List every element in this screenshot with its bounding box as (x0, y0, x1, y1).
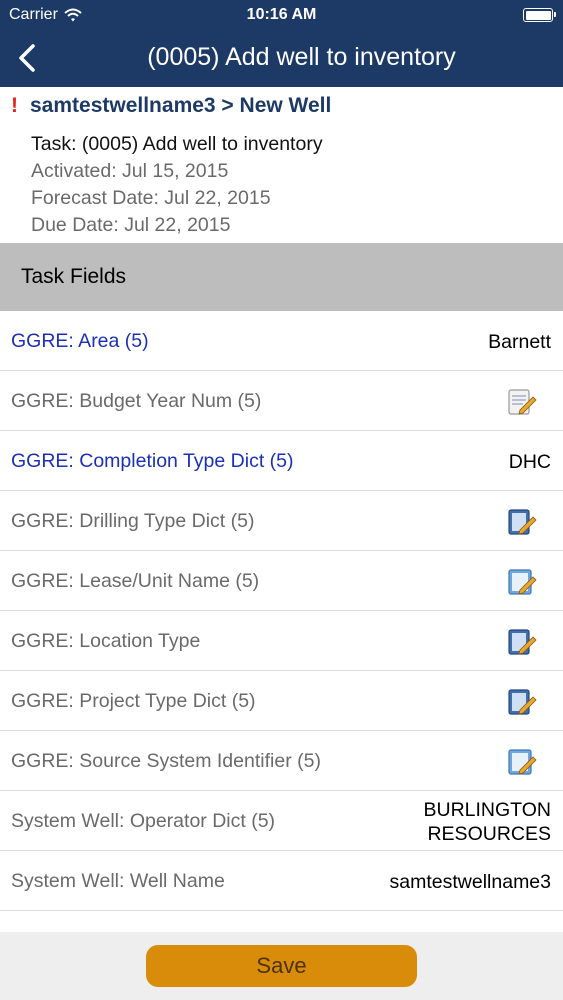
field-row-location-type[interactable]: GGRE: Location Type (0, 611, 563, 671)
field-label: System Well: Well Name (11, 870, 225, 892)
clock: 10:16 AM (246, 6, 317, 23)
field-value: DHC (508, 451, 551, 473)
forecast-date: Forecast Date: Jul 22, 2015 (31, 187, 271, 209)
edit-note-icon[interactable] (506, 386, 537, 417)
navigation-bar: (0005) Add well to inventory (0, 30, 563, 87)
field-row-project-type[interactable]: GGRE: Project Type Dict (5) (0, 671, 563, 731)
field-row-operator[interactable]: System Well: Operator Dict (5) BURLINGTO… (0, 791, 563, 851)
edit-note-icon[interactable] (506, 566, 537, 597)
field-label: System Well: Operator Dict (5) (11, 810, 276, 832)
edit-note-icon[interactable] (506, 506, 537, 537)
field-value-line: RESOURCES (427, 823, 551, 845)
field-row-well-name[interactable]: System Well: Well Name samtestwellname3 (0, 851, 563, 911)
task-fields-list: GGRE: Area (5) Barnett GGRE: Budget Year… (0, 311, 563, 911)
activated-date: Activated: Jul 15, 2015 (31, 160, 229, 182)
edit-note-icon[interactable] (506, 686, 537, 717)
task-name: Task: (0005) Add well to inventory (31, 133, 323, 155)
top-bar: Carrier 10:16 AM (0005) Add well to inve… (0, 0, 563, 87)
due-date: Due Date: Jul 22, 2015 (31, 214, 231, 236)
alert-icon: ! (11, 94, 18, 117)
field-value-line: BURLINGTON (423, 799, 552, 821)
field-label: GGRE: Source System Identifier (5) (11, 750, 321, 772)
field-row-drilling-type[interactable]: GGRE: Drilling Type Dict (5) (0, 491, 563, 551)
field-row-lease-unit[interactable]: GGRE: Lease/Unit Name (5) (0, 551, 563, 611)
field-label: GGRE: Budget Year Num (5) (11, 390, 262, 412)
breadcrumb[interactable]: ! samtestwellname3 > New Well (11, 94, 331, 118)
field-value: Barnett (488, 331, 551, 353)
breadcrumb-text: samtestwellname3 > New Well (30, 94, 332, 117)
chevron-left-icon (19, 44, 35, 72)
back-button[interactable] (12, 42, 42, 74)
save-button[interactable]: Save (146, 945, 417, 987)
battery-icon (523, 8, 556, 22)
field-label: GGRE: Area (5) (11, 330, 149, 352)
field-row-budget-year[interactable]: GGRE: Budget Year Num (5) (0, 371, 563, 431)
edit-note-icon[interactable] (506, 626, 537, 657)
field-row-area[interactable]: GGRE: Area (5) Barnett (0, 311, 563, 371)
field-row-source-system[interactable]: GGRE: Source System Identifier (5) (0, 731, 563, 791)
nav-title: (0005) Add well to inventory (147, 43, 456, 71)
edit-note-icon[interactable] (506, 746, 537, 777)
field-value: samtestwellname3 (389, 871, 551, 893)
status-bar: Carrier 10:16 AM (0, 0, 563, 30)
section-header: Task Fields (0, 243, 563, 311)
footer-bar: Save (0, 932, 563, 1000)
field-label: GGRE: Project Type Dict (5) (11, 690, 256, 712)
field-label: GGRE: Drilling Type Dict (5) (11, 510, 255, 532)
field-value: BURLINGTON RESOURCES (424, 798, 552, 846)
task-header: ! samtestwellname3 > New Well Task: (000… (0, 87, 563, 243)
field-row-completion-type[interactable]: GGRE: Completion Type Dict (5) DHC (0, 431, 563, 491)
field-label: GGRE: Completion Type Dict (5) (11, 450, 294, 472)
section-title: Task Fields (21, 265, 127, 288)
field-label: GGRE: Location Type (11, 630, 201, 652)
field-label: GGRE: Lease/Unit Name (5) (11, 570, 260, 592)
